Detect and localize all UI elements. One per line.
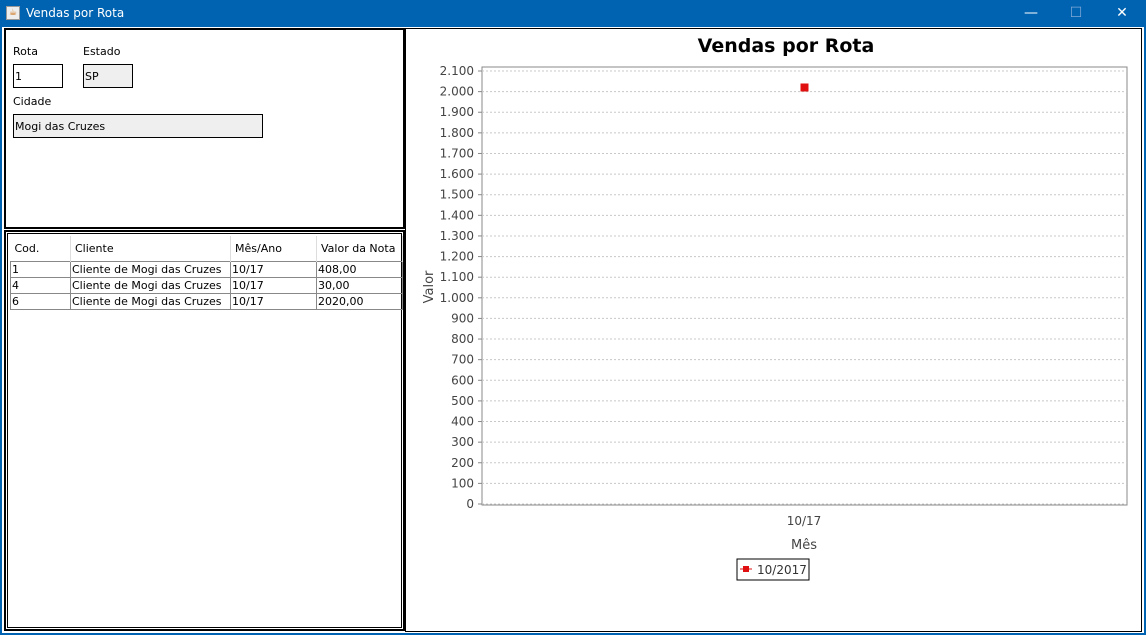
y-tick-label: 1.700 xyxy=(440,146,474,160)
cell-cod: 6 xyxy=(10,293,71,310)
maximize-button[interactable]: ☐ xyxy=(1053,0,1099,27)
table-panel: Cod. Cliente Mês/Ano Valor da Nota 1 Clie… xyxy=(4,230,405,631)
y-tick-label: 700 xyxy=(451,353,474,367)
y-tick-label: 1.000 xyxy=(440,291,474,305)
cell-cod: 1 xyxy=(10,261,71,278)
cidade-label: Cidade xyxy=(13,95,52,108)
table-row[interactable]: 1 Cliente de Mogi das Cruzes 10/17 408,00 xyxy=(10,261,403,278)
y-tick-label: 200 xyxy=(451,456,474,470)
y-tick-label: 1.500 xyxy=(440,188,474,202)
y-tick-label: 0 xyxy=(466,497,474,511)
chart-title: Vendas por Rota xyxy=(698,35,875,57)
data-point xyxy=(800,83,809,92)
y-tick-label: 600 xyxy=(451,373,474,387)
chart-panel: Vendas por Rota 0 100 200 300 400 500 600 700 80… xyxy=(405,28,1142,632)
y-tick-label: 900 xyxy=(451,311,474,325)
y-axis-label: Valor xyxy=(422,270,437,303)
x-axis-label: Mês xyxy=(791,538,817,553)
y-tick-label: 2.100 xyxy=(440,64,474,78)
header-valor[interactable]: Valor da Nota xyxy=(316,236,403,262)
y-tick-label: 400 xyxy=(451,415,474,429)
y-tick-label: 1.400 xyxy=(440,208,474,222)
table-row[interactable]: 4 Cliente de Mogi das Cruzes 10/17 30,00 xyxy=(10,277,403,294)
minimize-button[interactable]: — xyxy=(1008,0,1054,27)
x-tick-label: 10/17 xyxy=(787,514,822,528)
form-panel: Rota 1 Estado SP Cidade Mogi das Cruzes xyxy=(4,28,405,229)
rota-label: Rota xyxy=(13,45,38,58)
cidade-field[interactable]: Mogi das Cruzes xyxy=(13,114,263,138)
header-cod[interactable]: Cod. xyxy=(10,236,71,262)
y-tick-label: 2.000 xyxy=(440,85,474,99)
sales-chart: Vendas por Rota 0 100 200 300 400 500 600 700 80… xyxy=(422,35,1128,581)
y-tick-label: 1.300 xyxy=(440,229,474,243)
cell-cliente: Cliente de Mogi das Cruzes xyxy=(70,277,231,294)
header-cliente[interactable]: Cliente xyxy=(70,236,231,262)
legend-label: 10/2017 xyxy=(757,563,807,577)
cell-cod: 4 xyxy=(10,277,71,294)
window-content: Rota 1 Estado SP Cidade Mogi das Cruzes … xyxy=(2,27,1144,633)
cell-valor: 408,00 xyxy=(316,261,403,278)
window-title: Vendas por Rota xyxy=(26,6,125,20)
cell-mes-ano: 10/17 xyxy=(230,277,317,294)
cell-cliente: Cliente de Mogi das Cruzes xyxy=(70,293,231,310)
table-row[interactable]: 6 Cliente de Mogi das Cruzes 10/17 2020,00 xyxy=(10,293,403,310)
y-tick-label: 300 xyxy=(451,435,474,449)
cell-valor: 2020,00 xyxy=(316,293,403,310)
y-tick-label: 100 xyxy=(451,476,474,490)
y-tick-label: 1.900 xyxy=(440,105,474,119)
estado-field[interactable]: SP xyxy=(83,64,133,88)
cell-valor: 30,00 xyxy=(316,277,403,294)
y-tick-label: 500 xyxy=(451,394,474,408)
table-header: Cod. Cliente Mês/Ano Valor da Nota xyxy=(10,236,403,262)
cell-mes-ano: 10/17 xyxy=(230,261,317,278)
legend-marker xyxy=(743,566,749,572)
y-tick-label: 800 xyxy=(451,332,474,346)
java-app-icon: ☕ xyxy=(6,6,20,20)
y-tick-label: 1.100 xyxy=(440,270,474,284)
cell-mes-ano: 10/17 xyxy=(230,293,317,310)
rota-input[interactable]: 1 xyxy=(13,64,63,88)
estado-label: Estado xyxy=(83,45,121,58)
y-tick-label: 1.600 xyxy=(440,167,474,181)
close-button[interactable]: ✕ xyxy=(1099,0,1145,27)
y-tick-label: 1.200 xyxy=(440,250,474,264)
y-tick-label: 1.800 xyxy=(440,126,474,140)
header-mes-ano[interactable]: Mês/Ano xyxy=(230,236,317,262)
sales-table: Cod. Cliente Mês/Ano Valor da Nota 1 Clie… xyxy=(10,236,403,310)
cell-cliente: Cliente de Mogi das Cruzes xyxy=(70,261,231,278)
title-bar: ☕ Vendas por Rota — ☐ ✕ xyxy=(0,0,1146,27)
